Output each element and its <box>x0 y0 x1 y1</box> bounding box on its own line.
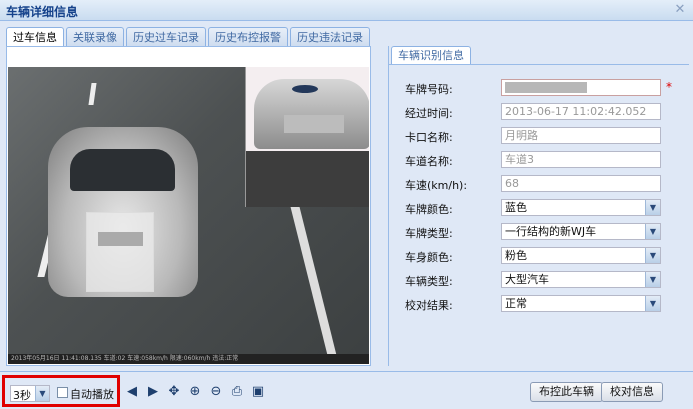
chevron-down-icon[interactable]: ▼ <box>35 386 49 401</box>
window-title: 车辆详细信息 <box>6 5 79 19</box>
field-label: 卡口名称: <box>405 131 453 144</box>
field-label: 校对结果: <box>405 299 453 312</box>
tab-strip: 过车信息 关联录像 历史过车记录 历史布控报警 历史违法记录 <box>6 27 372 48</box>
chevron-down-icon[interactable]: ▼ <box>645 224 660 239</box>
closeup-blurred-plate <box>284 115 344 133</box>
body-color-select[interactable]: 粉色 ▼ <box>501 247 661 264</box>
select-value: 正常 <box>505 297 527 310</box>
road-edge <box>285 187 340 364</box>
chevron-down-icon[interactable]: ▼ <box>645 272 660 287</box>
window-titlebar: 车辆详细信息 ✕ <box>0 0 693 21</box>
plate-number-input[interactable] <box>501 79 661 96</box>
main-panel: 过车信息 关联录像 历史过车记录 历史布控报警 历史违法记录 2013年05月1… <box>0 21 693 409</box>
field-label: 车道名称: <box>405 155 453 168</box>
lane-marking <box>88 83 97 105</box>
plate-closeup-inset <box>245 67 369 207</box>
select-value: 一行结构的新WJ车 <box>505 225 597 238</box>
chevron-down-icon[interactable]: ▼ <box>645 200 660 215</box>
recognition-panel: 车辆识别信息 车牌号码: * 经过时间: 2013-06-17 11:02:42… <box>388 46 689 366</box>
print-icon[interactable]: ⎙ <box>229 384 245 400</box>
field-label: 经过时间: <box>405 107 453 120</box>
pass-time-input[interactable]: 2013-06-17 11:02:42.052 <box>501 103 661 120</box>
chevron-down-icon[interactable]: ▼ <box>645 248 660 263</box>
monitor-vehicle-button[interactable]: 布控此车辆 <box>530 382 603 402</box>
save-icon[interactable]: ▣ <box>250 384 266 400</box>
closeup-road <box>246 151 369 207</box>
field-label: 车身颜色: <box>405 251 453 264</box>
autoplay-label: 自动播放 <box>70 388 114 401</box>
recognition-form: 车牌号码: * 经过时间: 2013-06-17 11:02:42.052 卡口… <box>389 64 689 366</box>
move-icon[interactable]: ✥ <box>166 384 182 400</box>
select-value: 粉色 <box>505 249 527 262</box>
speed-input[interactable]: 68 <box>501 175 661 192</box>
tab-pass-info[interactable]: 过车信息 <box>6 27 64 48</box>
bottom-toolbar: 3秒 ▼ 自动播放 ◀ ▶ ✥ ⊕ ⊖ ⎙ ▣ 布控此车辆 校对信息 <box>0 371 693 409</box>
blurred-plate-value <box>505 82 587 93</box>
lane-name-input[interactable]: 车道3 <box>501 151 661 168</box>
field-label: 车牌号码: <box>405 83 453 96</box>
chevron-down-icon[interactable]: ▼ <box>645 296 660 311</box>
arrow-left-icon[interactable]: ◀ <box>124 384 140 400</box>
required-marker: * <box>666 80 672 94</box>
autoplay-checkbox[interactable] <box>57 387 68 398</box>
ford-logo-icon <box>292 85 318 93</box>
image-panel: 2013年05月16日 11:41:08.135 车道:02 车速:058km/… <box>6 46 371 366</box>
vehicle-type-select[interactable]: 大型汽车 ▼ <box>501 271 661 288</box>
select-value: 大型汽车 <box>505 273 549 286</box>
tab-recognition-info[interactable]: 车辆识别信息 <box>391 46 471 64</box>
tab-violation-history[interactable]: 历史违法记录 <box>290 27 370 47</box>
tab-alarm-history[interactable]: 历史布控报警 <box>208 27 288 47</box>
plate-type-select[interactable]: 一行结构的新WJ车 ▼ <box>501 223 661 240</box>
plate-color-select[interactable]: 蓝色 ▼ <box>501 199 661 216</box>
plate-region-box <box>86 212 154 292</box>
field-label: 车牌类型: <box>405 227 453 240</box>
blurred-plate <box>98 232 143 246</box>
verify-result-select[interactable]: 正常 ▼ <box>501 295 661 312</box>
field-label: 车辆类型: <box>405 275 453 288</box>
interval-value: 3秒 <box>13 389 31 402</box>
arrow-right-icon[interactable]: ▶ <box>145 384 161 400</box>
zoom-in-icon[interactable]: ⊕ <box>187 384 203 400</box>
field-label: 车牌颜色: <box>405 203 453 216</box>
photo-caption: 2013年05月16日 11:41:08.135 车道:02 车速:058km/… <box>8 354 369 364</box>
vehicle-windshield <box>70 149 175 191</box>
zoom-out-icon[interactable]: ⊖ <box>208 384 224 400</box>
verify-info-button[interactable]: 校对信息 <box>601 382 663 402</box>
interval-select[interactable]: 3秒 ▼ <box>10 385 50 402</box>
vehicle-photo[interactable]: 2013年05月16日 11:41:08.135 车道:02 车速:058km/… <box>8 67 369 364</box>
close-icon[interactable]: ✕ <box>673 3 687 17</box>
tab-pass-history[interactable]: 历史过车记录 <box>126 27 206 47</box>
tab-related-video[interactable]: 关联录像 <box>66 27 124 47</box>
field-label: 车速(km/h): <box>405 179 468 192</box>
select-value: 蓝色 <box>505 201 527 214</box>
checkpoint-name-input[interactable]: 月明路 <box>501 127 661 144</box>
